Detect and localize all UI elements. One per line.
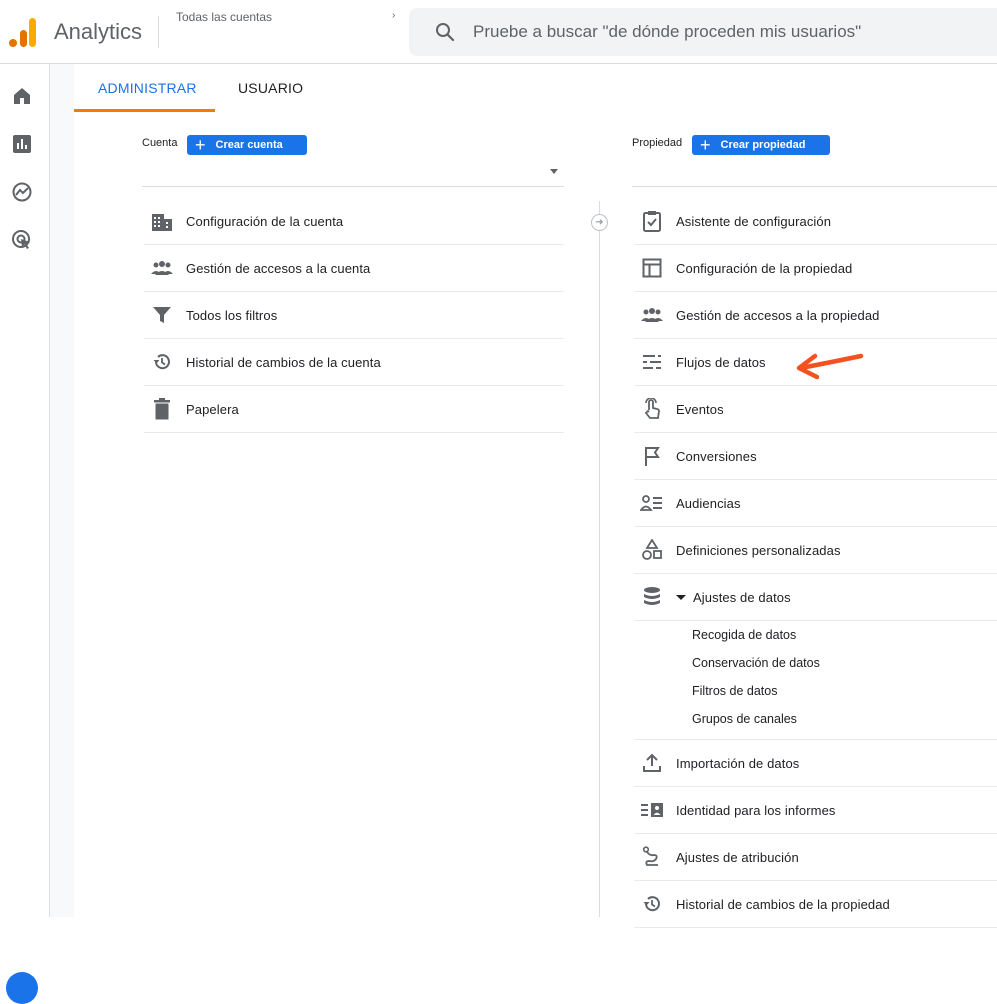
attribution-icon — [640, 845, 664, 869]
building-icon — [150, 209, 174, 233]
menu-item-data-import[interactable]: Importación de datos — [634, 740, 997, 787]
divider — [158, 16, 159, 48]
tab-bar: ADMINISTRAR USUARIO — [74, 64, 997, 112]
menu-item-reporting-identity[interactable]: Identidad para los informes — [634, 787, 997, 834]
menu-item-label: Definiciones personalizadas — [676, 542, 841, 558]
people-icon — [150, 256, 174, 280]
menu-item-setup-assistant[interactable]: Asistente de configuración — [634, 198, 997, 245]
search-bar[interactable]: Pruebe a buscar "de dónde proceden mis u… — [409, 8, 997, 56]
admin-content: ADMINISTRAR USUARIO Cuenta + Crear cuent… — [74, 64, 997, 928]
menu-item-label: Ajustes de datos — [693, 589, 791, 605]
menu-item-label: Importación de datos — [676, 755, 800, 771]
menu-item-trash[interactable]: Papelera — [144, 386, 564, 433]
top-app-bar: Analytics Todas las cuentas › Pruebe a b… — [0, 0, 997, 64]
menu-item-all-filters[interactable]: Todos los filtros — [144, 292, 564, 339]
menu-item-label: Eventos — [676, 401, 724, 417]
trash-icon — [150, 397, 174, 421]
caret-down-icon — [676, 594, 686, 600]
people-icon — [640, 303, 664, 327]
advertising-icon[interactable] — [10, 228, 34, 252]
arrow-right-icon[interactable]: ➜ — [591, 214, 608, 231]
account-picker[interactable]: Todas las cuentas — [176, 10, 272, 24]
property-selector[interactable] — [632, 161, 997, 187]
database-icon — [640, 585, 664, 609]
menu-item-data-settings[interactable]: Ajustes de datos — [634, 574, 997, 621]
menu-item-property-access[interactable]: Gestión de accesos a la propiedad — [634, 292, 997, 339]
plus-icon: + — [195, 135, 206, 155]
menu-item-account-history[interactable]: Historial de cambios de la cuenta — [144, 339, 564, 386]
menu-item-events[interactable]: Eventos — [634, 386, 997, 433]
plus-icon: + — [700, 135, 711, 155]
create-account-label: Crear cuenta — [215, 139, 283, 151]
annotation-arrow-icon — [796, 353, 864, 380]
search-input[interactable]: Pruebe a buscar "de dónde proceden mis u… — [473, 22, 861, 42]
menu-item-label: Flujos de datos — [676, 354, 766, 370]
tab-usuario[interactable]: USUARIO — [238, 80, 303, 96]
menu-item-account-access[interactable]: Gestión de accesos a la cuenta — [144, 245, 564, 292]
upload-icon — [640, 751, 664, 775]
home-icon[interactable] — [10, 84, 34, 108]
left-nav-rail — [0, 64, 50, 1004]
help-fab[interactable] — [6, 972, 38, 1004]
main-area: ADMINISTRAR USUARIO Cuenta + Crear cuent… — [50, 64, 997, 928]
menu-item-label: Historial de cambios de la cuenta — [186, 354, 381, 370]
submenu-item-data-filters[interactable]: Filtros de datos — [634, 677, 997, 705]
menu-item-label: Conversiones — [676, 448, 757, 464]
touch-icon — [640, 397, 664, 421]
search-icon — [436, 23, 455, 42]
menu-item-label: Gestión de accesos a la cuenta — [186, 260, 371, 276]
audience-icon — [640, 491, 664, 515]
shapes-icon — [640, 538, 664, 562]
streams-icon — [640, 350, 664, 374]
account-column-label: Cuenta — [142, 137, 178, 149]
data-settings-submenu: Recogida de datos Conservación de datos … — [634, 621, 997, 740]
menu-item-label: Todos los filtros — [186, 307, 278, 323]
dropdown-arrow-icon — [550, 169, 558, 174]
active-tab-indicator — [74, 109, 215, 112]
history-icon — [640, 892, 664, 916]
account-menu: Configuración de la cuenta Gestión de ac… — [144, 198, 564, 433]
explore-icon[interactable] — [10, 180, 34, 204]
menu-item-label: Gestión de accesos a la propiedad — [676, 307, 880, 323]
submenu-item-data-collection[interactable]: Recogida de datos — [634, 621, 997, 649]
menu-item-label: Asistente de configuración — [676, 213, 832, 229]
menu-item-label: Audiencias — [676, 495, 741, 511]
menu-item-account-settings[interactable]: Configuración de la cuenta — [144, 198, 564, 245]
menu-item-property-history[interactable]: Historial de cambios de la propiedad — [634, 881, 997, 928]
tab-administrar[interactable]: ADMINISTRAR — [98, 80, 197, 96]
create-property-button[interactable]: + Crear propiedad — [692, 135, 830, 155]
account-selector[interactable] — [142, 161, 564, 187]
menu-item-custom-definitions[interactable]: Definiciones personalizadas — [634, 527, 997, 574]
menu-item-label: Historial de cambios de la propiedad — [676, 896, 890, 912]
submenu-item-channel-groups[interactable]: Grupos de canales — [634, 705, 997, 733]
chevron-right-icon[interactable]: › — [392, 10, 395, 21]
history-icon — [150, 350, 174, 374]
column-divider — [599, 201, 600, 917]
layout-icon — [640, 256, 664, 280]
menu-item-label: Ajustes de atribución — [676, 849, 799, 865]
flag-icon — [640, 444, 664, 468]
menu-item-audiences[interactable]: Audiencias — [634, 480, 997, 527]
create-account-button[interactable]: + Crear cuenta — [187, 135, 307, 155]
filter-icon — [150, 303, 174, 327]
submenu-item-data-retention[interactable]: Conservación de datos — [634, 649, 997, 677]
menu-item-attribution-settings[interactable]: Ajustes de atribución — [634, 834, 997, 881]
property-menu: Asistente de configuración Configuración… — [634, 198, 997, 928]
reports-icon[interactable] — [10, 132, 34, 156]
menu-item-property-settings[interactable]: Configuración de la propiedad — [634, 245, 997, 292]
menu-item-label: Configuración de la propiedad — [676, 260, 853, 276]
menu-item-label: Configuración de la cuenta — [186, 213, 344, 229]
app-title: Analytics — [54, 19, 143, 44]
menu-item-conversions[interactable]: Conversiones — [634, 433, 997, 480]
menu-item-label: Identidad para los informes — [676, 802, 836, 818]
checklist-icon — [640, 209, 664, 233]
analytics-logo[interactable] — [8, 16, 38, 48]
identity-icon — [640, 798, 664, 822]
menu-item-label: Papelera — [186, 401, 239, 417]
property-column-label: Propiedad — [632, 137, 683, 149]
create-property-label: Crear propiedad — [720, 139, 806, 151]
